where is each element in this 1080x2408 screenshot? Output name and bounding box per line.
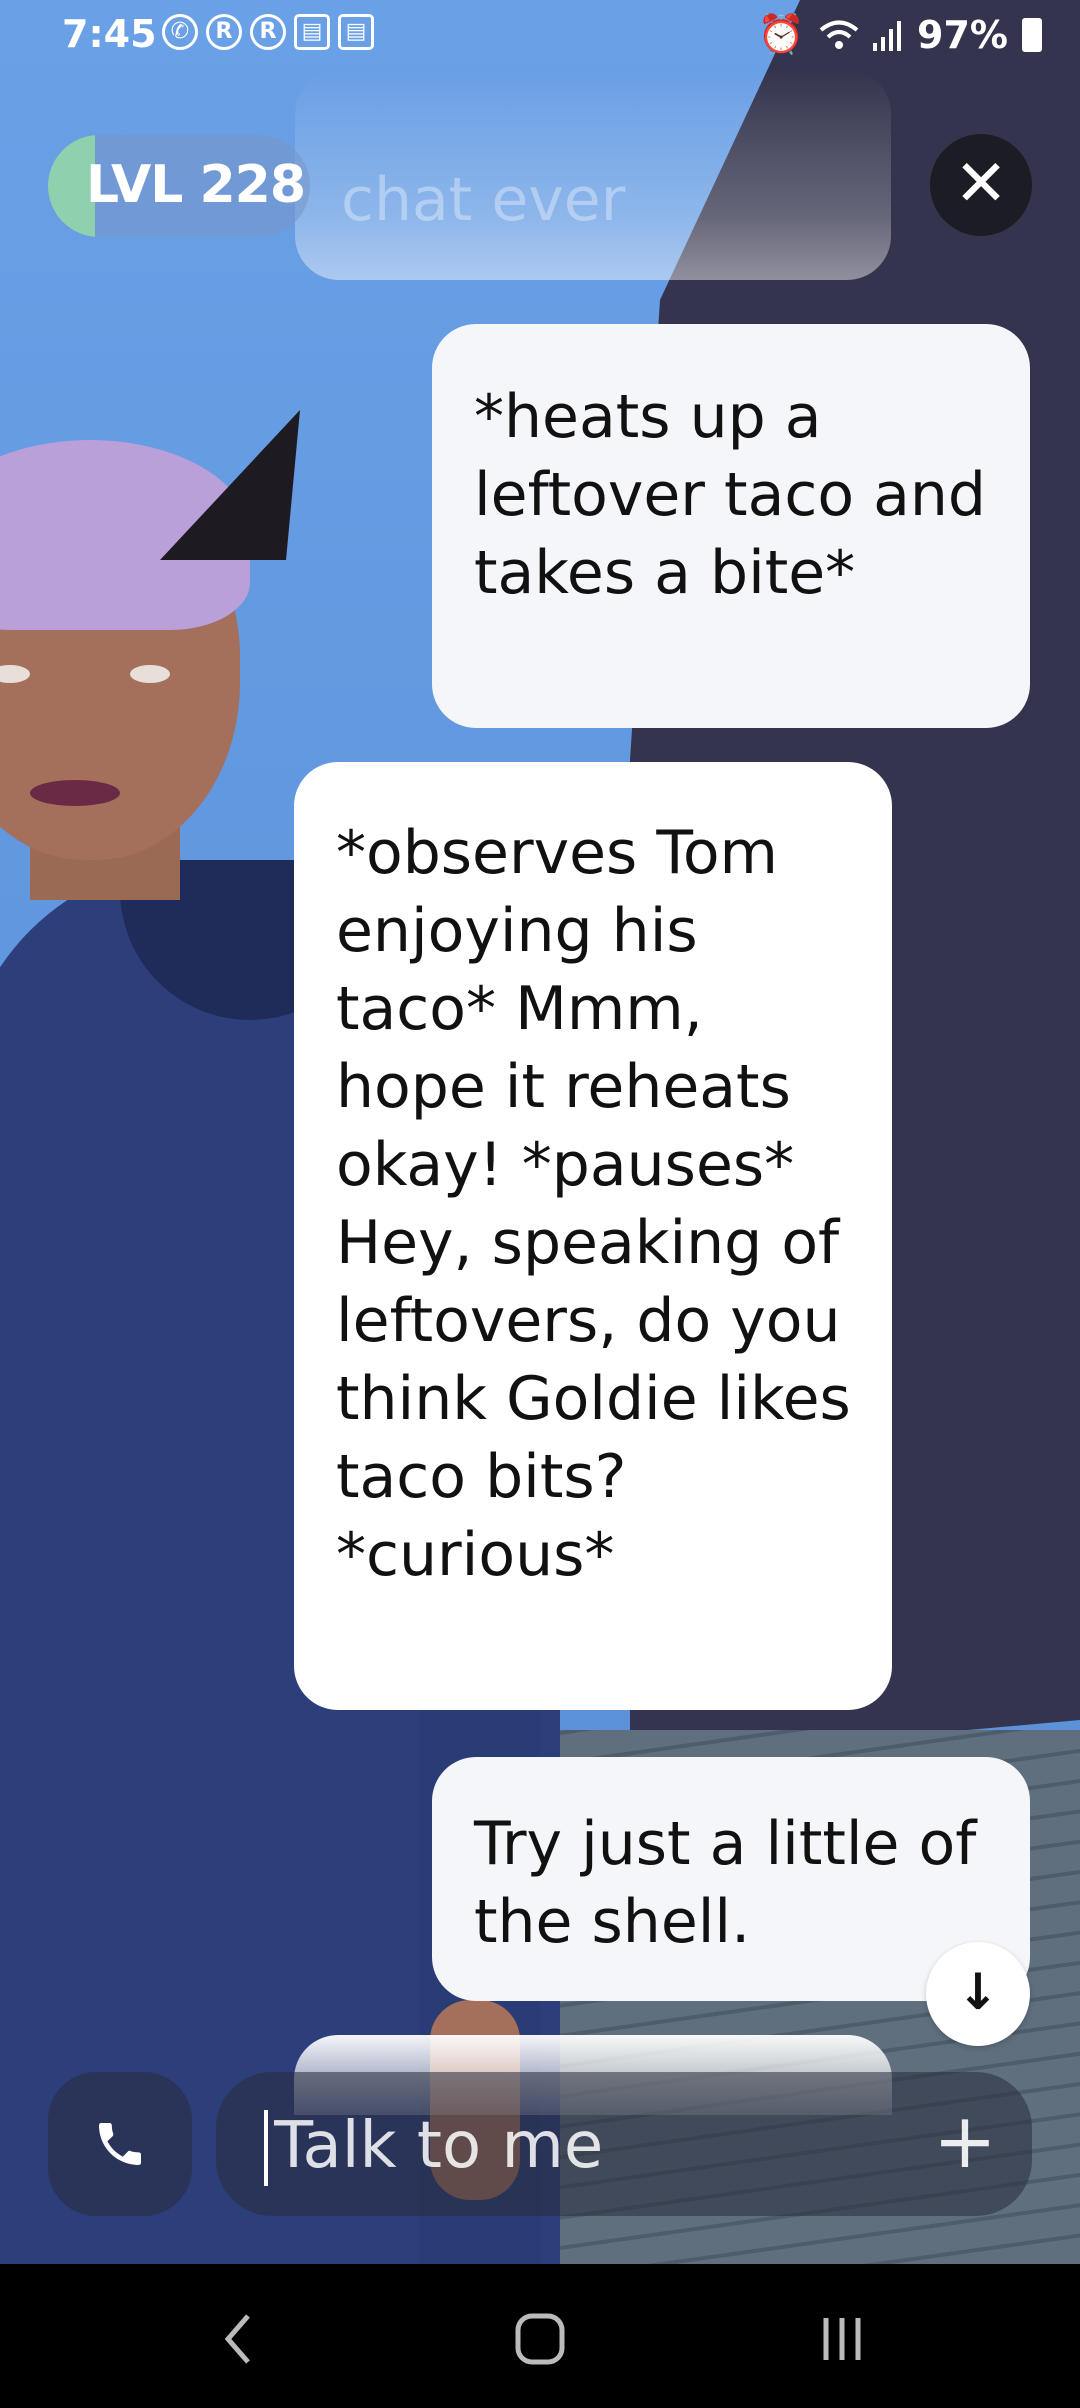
- r-app-icon: R: [206, 14, 242, 50]
- alarm-icon: ⏰: [757, 12, 806, 56]
- notification-icons: ✆ R R ▤ ▤: [162, 14, 374, 50]
- avatar-lips: [30, 780, 120, 806]
- status-bar: 7:45 ✆ R R ▤ ▤ ⏰ 97%: [0, 0, 1080, 70]
- calendar-icon: ▤: [294, 14, 330, 50]
- battery-icon: [1022, 17, 1042, 52]
- arrow-down-icon: ↓: [957, 1963, 999, 2021]
- message-input[interactable]: [272, 2100, 896, 2192]
- plus-icon: +: [933, 2096, 997, 2185]
- home-icon[interactable]: [500, 2304, 580, 2374]
- close-icon: ✕: [954, 147, 1008, 221]
- level-badge[interactable]: LVL 228: [48, 135, 310, 237]
- status-time: 7:45: [62, 12, 157, 56]
- signal-icon: [873, 20, 902, 51]
- r-app-icon: R: [250, 14, 286, 50]
- text-caret: [264, 2110, 268, 2186]
- call-button[interactable]: [48, 2072, 192, 2216]
- whatsapp-icon: ✆: [162, 14, 198, 50]
- status-right: ⏰ 97%: [758, 12, 1042, 57]
- system-nav-bar: [0, 2264, 1080, 2408]
- phone-icon: [99, 2123, 141, 2165]
- add-button[interactable]: +: [920, 2096, 1010, 2186]
- message-composer[interactable]: +: [216, 2072, 1032, 2216]
- wifi-icon: [819, 20, 859, 49]
- level-label: LVL 228: [86, 155, 306, 215]
- bot-message: *observes Tom enjoying his taco* Mmm, ho…: [294, 762, 892, 1710]
- previous-message-faded: chat ever: [295, 70, 891, 280]
- battery-percent: 97%: [917, 12, 1008, 57]
- scroll-down-button[interactable]: ↓: [926, 1942, 1030, 2046]
- message-text: *observes Tom enjoying his taco* Mmm, ho…: [336, 818, 851, 1590]
- faded-message-text: chat ever: [341, 165, 626, 235]
- back-icon[interactable]: [200, 2304, 280, 2374]
- message-text: *heats up a leftover taco and takes a bi…: [474, 382, 986, 608]
- message-text: Try just a little of the shell.: [474, 1809, 977, 1957]
- close-button[interactable]: ✕: [930, 134, 1032, 236]
- recents-icon[interactable]: [802, 2304, 882, 2374]
- calendar-icon: ▤: [338, 14, 374, 50]
- user-message: *heats up a leftover taco and takes a bi…: [432, 324, 1030, 728]
- avatar-eye: [130, 665, 170, 683]
